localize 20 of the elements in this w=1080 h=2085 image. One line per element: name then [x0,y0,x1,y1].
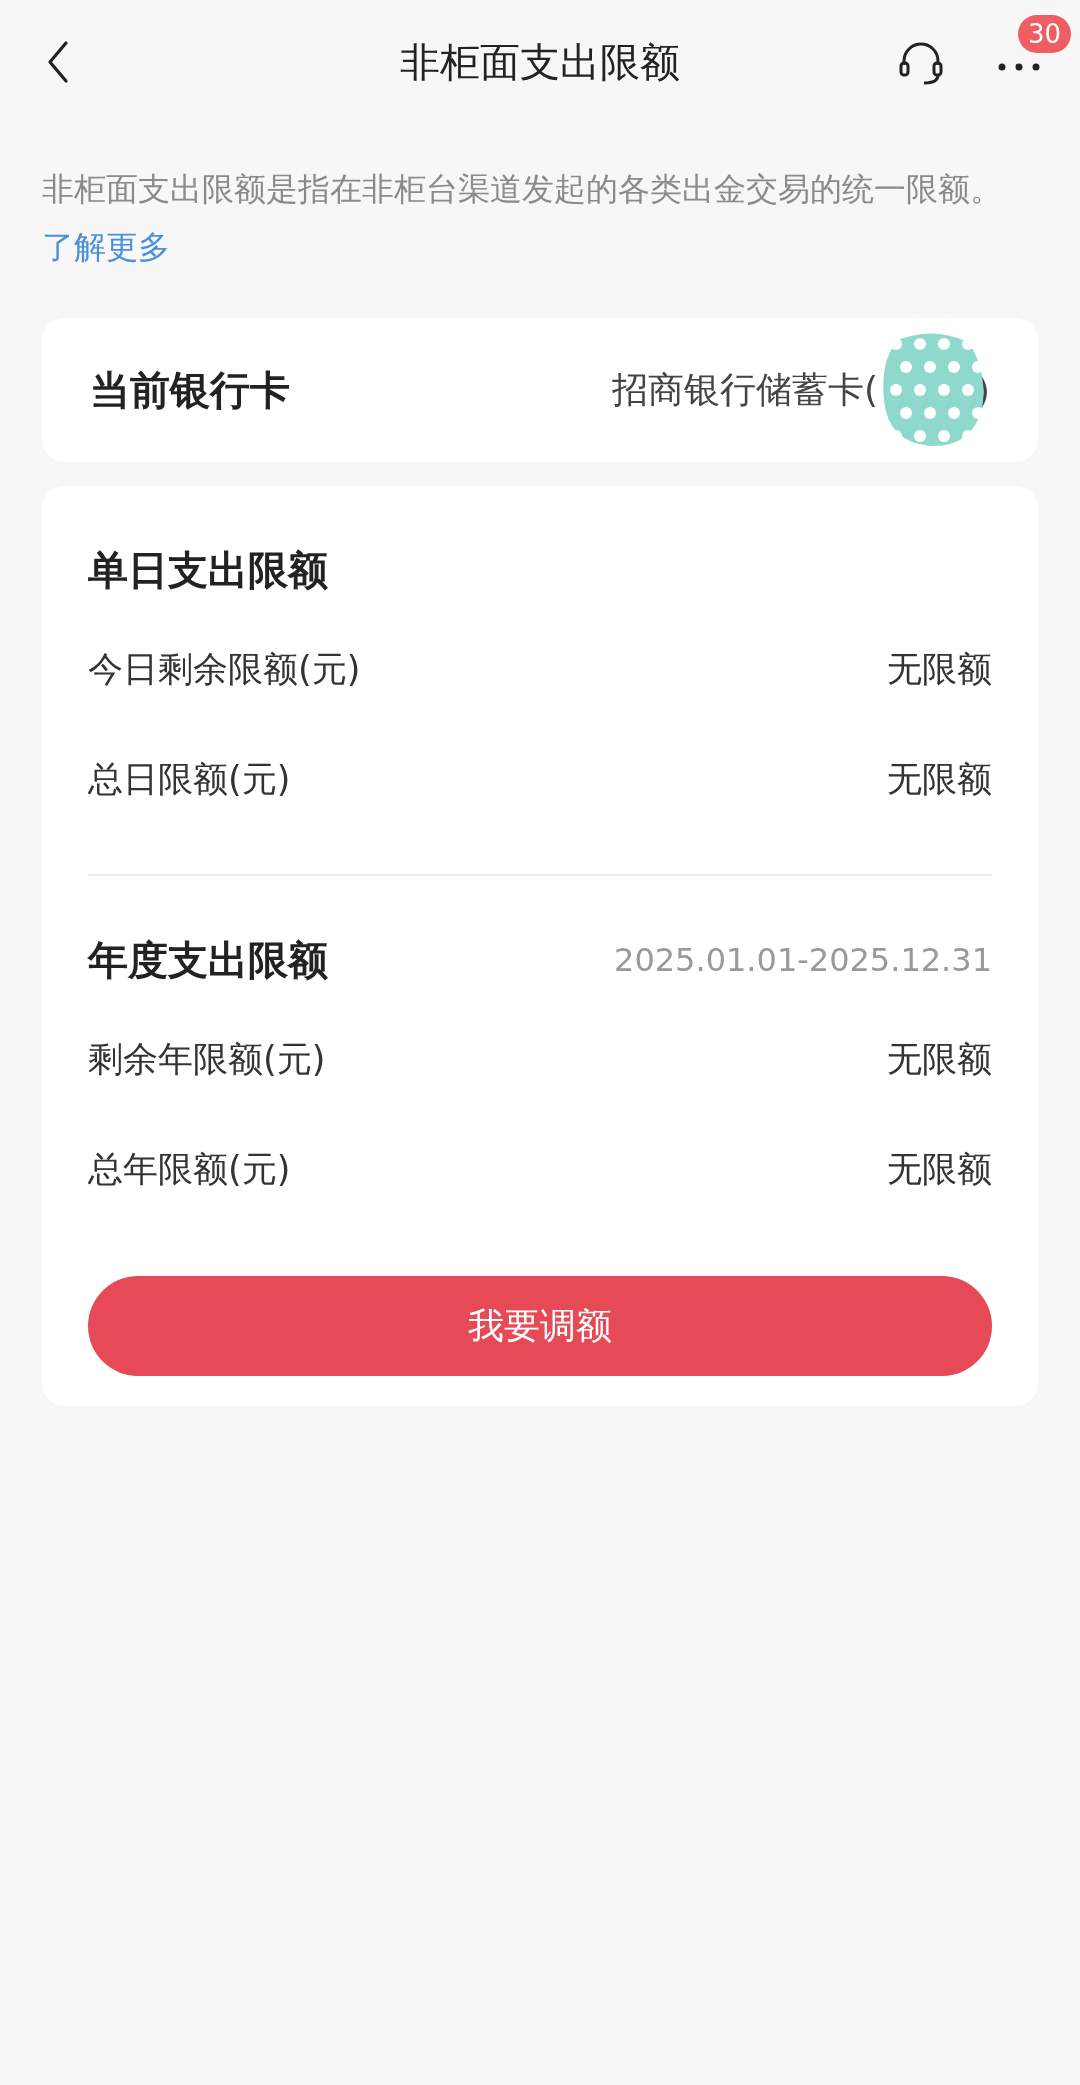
back-icon[interactable] [46,40,70,84]
limit-label: 今日剩余限额(元) [88,647,361,691]
learn-more-link[interactable]: 了解更多 [42,228,170,266]
description-text: 非柜面支出限额是指在非柜台渠道发起的各类出金交易的统一限额。 了解更多 [42,169,1003,268]
limit-value: 无限额 [887,1037,992,1081]
page-title: 非柜面支出限额 [399,37,681,87]
limit-label: 总日限额(元) [88,757,291,801]
adjust-limit-button[interactable]: 我要调额 [88,1276,992,1376]
limit-label: 剩余年限额(元) [88,1037,326,1081]
notification-badge: 30 [1018,15,1072,53]
more-icon[interactable] [996,61,1042,73]
section-title: 年度支出限额 [88,935,328,985]
card-label: 当前银行卡 [90,365,290,415]
limit-value: 无限额 [887,1147,992,1191]
limit-label: 总年限额(元) [88,1147,291,1191]
date-range: 2025.01.01-2025.12.31 [614,941,992,979]
limit-value: 无限额 [887,647,992,691]
limit-value: 无限额 [887,757,992,801]
section-title: 单日支出限额 [88,545,328,595]
card-name: 招商银行储蓄卡( [611,367,878,412]
